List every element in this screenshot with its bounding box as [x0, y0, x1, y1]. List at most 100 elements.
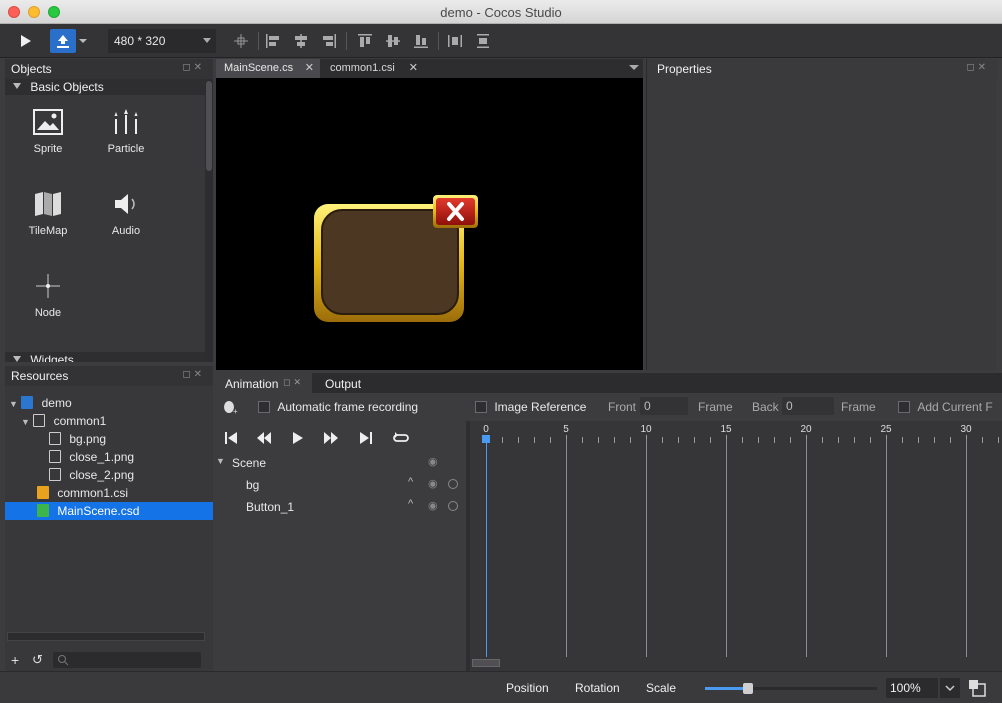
object-sprite[interactable]: Sprite: [9, 103, 87, 173]
chevron-up-icon[interactable]: ^: [408, 498, 413, 510]
tree-item-close2-png[interactable]: close_2.png: [5, 466, 213, 484]
timeline[interactable]: 0 5 10 15 20 25 30: [470, 421, 1002, 671]
search-icon: [58, 655, 69, 666]
resource-search-input[interactable]: [53, 652, 201, 668]
panel-controls-icon[interactable]: ◻✕: [966, 62, 989, 73]
align-left-icon[interactable]: [262, 29, 284, 53]
add-current-frame[interactable]: Add Current F: [898, 400, 993, 414]
next-frame-icon[interactable]: [321, 431, 341, 445]
ruler-tick: [758, 437, 759, 443]
add-keyframe-icon[interactable]: +: [223, 399, 239, 415]
align-bottom-icon[interactable]: [410, 29, 432, 53]
node-icon: [36, 274, 60, 298]
image-file-icon: [49, 468, 61, 481]
move-tool-icon[interactable]: [230, 29, 252, 53]
scene-canvas[interactable]: [216, 78, 643, 370]
first-frame-icon[interactable]: [221, 431, 241, 445]
align-middle-vertical-icon[interactable]: [382, 29, 404, 53]
ruler-tick: [854, 437, 855, 443]
refresh-icon[interactable]: ↺: [32, 652, 43, 668]
image-reference-checkbox[interactable]: [475, 401, 487, 413]
ruler-tick: [870, 437, 871, 443]
zoom-dropdown[interactable]: [940, 678, 960, 698]
publish-icon[interactable]: [50, 29, 76, 53]
resources-scrollbar[interactable]: [7, 632, 205, 641]
object-particle[interactable]: Particle: [87, 103, 165, 173]
align-top-icon[interactable]: [354, 29, 376, 53]
ruler-tick: [822, 437, 823, 443]
anim-tree-scene[interactable]: ▼ Scene ◉: [216, 453, 466, 473]
anim-tree-button1[interactable]: Button_1 ^ ◉: [216, 497, 466, 517]
align-center-horizontal-icon[interactable]: [290, 29, 312, 53]
play-icon[interactable]: [14, 29, 38, 53]
tree-item-common1[interactable]: ▼ common1: [5, 412, 213, 430]
panel-controls-icon[interactable]: ◻✕: [283, 377, 304, 388]
close-tab-icon[interactable]: ✕: [305, 61, 314, 74]
tree-item-close1-png[interactable]: close_1.png: [5, 448, 213, 466]
animation-panel: + Automatic frame recording Image Refere…: [216, 393, 1002, 671]
previous-frame-icon[interactable]: [254, 431, 274, 445]
tab-mainscene[interactable]: MainScene.cs ✕: [216, 59, 320, 78]
panel-controls-icon[interactable]: ◻✕: [182, 369, 205, 380]
zoom-input[interactable]: 100%: [886, 678, 938, 698]
front-input[interactable]: 0: [640, 397, 688, 415]
playhead-handle[interactable]: [482, 435, 490, 443]
svg-text:+: +: [233, 407, 238, 415]
ruler-tick: [534, 437, 535, 443]
close-tab-icon[interactable]: ✕: [409, 61, 418, 74]
object-node[interactable]: Node: [9, 267, 87, 337]
eye-icon[interactable]: ◉: [428, 499, 438, 512]
position-button[interactable]: Position: [506, 681, 549, 695]
csi-file-icon: [37, 486, 49, 499]
eye-icon[interactable]: ◉: [428, 477, 438, 490]
timeline-scrollbar[interactable]: [472, 659, 500, 667]
object-audio[interactable]: Audio: [87, 185, 165, 255]
play-animation-icon[interactable]: [288, 431, 308, 445]
basic-objects-section[interactable]: Basic Objects: [5, 79, 205, 95]
auto-frame-checkbox[interactable]: [258, 401, 270, 413]
lock-circle-icon[interactable]: [448, 479, 458, 489]
anim-tree-bg[interactable]: bg ^ ◉: [216, 475, 466, 495]
last-frame-icon[interactable]: [356, 431, 376, 445]
fit-screen-icon[interactable]: [968, 679, 986, 697]
add-icon[interactable]: +: [11, 652, 19, 668]
chevron-down-icon: [203, 38, 211, 43]
widgets-section[interactable]: Widgets: [5, 352, 205, 362]
tree-item-demo[interactable]: ▼ demo: [5, 394, 213, 412]
scale-button[interactable]: Scale: [646, 681, 676, 695]
objects-scrollbar[interactable]: [205, 79, 213, 362]
rotation-button[interactable]: Rotation: [575, 681, 620, 695]
chevron-up-icon[interactable]: ^: [408, 476, 413, 488]
image-reference[interactable]: Image Reference: [475, 400, 586, 414]
eye-icon[interactable]: ◉: [428, 455, 438, 468]
zoom-slider[interactable]: [705, 683, 877, 694]
resolution-select[interactable]: 480 * 320: [108, 29, 216, 53]
panel-controls-icon[interactable]: ◻✕: [182, 62, 205, 73]
tab-output[interactable]: Output: [316, 373, 370, 393]
tree-item-mainscene-csd[interactable]: MainScene.csd: [5, 502, 213, 520]
auto-frame-recording[interactable]: Automatic frame recording: [258, 400, 418, 414]
add-current-checkbox[interactable]: [898, 401, 910, 413]
tree-item-bg-png[interactable]: bg.png: [5, 430, 213, 448]
ruler-tick: [678, 437, 679, 443]
status-bar: Position Rotation Scale 100%: [0, 671, 1002, 703]
distribute-vertical-icon[interactable]: [472, 29, 494, 53]
ruler-label-30: 30: [960, 424, 972, 435]
distribute-horizontal-icon[interactable]: [444, 29, 466, 53]
zoom-slider-thumb[interactable]: [743, 683, 753, 694]
lock-circle-icon[interactable]: [448, 501, 458, 511]
ruler-tick: [518, 437, 519, 443]
expand-triangle-icon: ▼: [21, 417, 30, 427]
ruler-tick: [694, 437, 695, 443]
publish-dropdown-icon[interactable]: [78, 29, 88, 53]
tab-common1[interactable]: common1.csi ✕: [322, 59, 424, 78]
object-tilemap[interactable]: TileMap: [9, 185, 87, 255]
tilemap-icon: [35, 192, 61, 216]
expand-triangle-icon: ▼: [9, 399, 18, 409]
tree-item-common1-csi[interactable]: common1.csi: [5, 484, 213, 502]
loop-icon[interactable]: [391, 431, 411, 445]
tab-animation[interactable]: Animation ◻✕: [216, 373, 312, 393]
back-input[interactable]: 0: [782, 397, 834, 415]
basic-objects-label: Basic Objects: [30, 80, 104, 94]
align-right-icon[interactable]: [318, 29, 340, 53]
